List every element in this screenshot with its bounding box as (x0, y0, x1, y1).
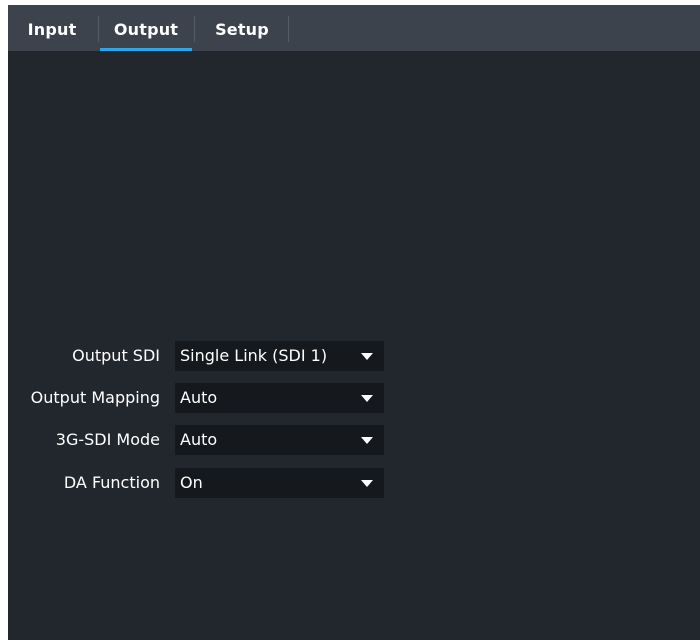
tab-divider (98, 16, 99, 42)
tab-input-label: Input (27, 20, 77, 39)
output-mapping-value: Auto (180, 388, 218, 407)
chevron-down-icon (361, 480, 373, 487)
tab-bar: Input Output Setup (8, 5, 700, 51)
output-mapping-dropdown[interactable]: Auto (175, 383, 384, 413)
tab-setup-label: Setup (215, 20, 269, 39)
chevron-down-icon (361, 395, 373, 402)
3g-sdi-mode-label: 3G-SDI Mode (55, 430, 160, 449)
tab-divider (194, 16, 195, 42)
chevron-down-icon (361, 353, 373, 360)
output-sdi-value: Single Link (SDI 1) (180, 346, 328, 365)
output-mapping-label: Output Mapping (30, 388, 160, 407)
chevron-down-icon (361, 437, 373, 444)
tab-output[interactable]: Output (100, 5, 192, 51)
3g-sdi-mode-value: Auto (180, 430, 218, 449)
da-function-label: DA Function (63, 473, 160, 492)
3g-sdi-mode-dropdown[interactable]: Auto (175, 425, 384, 455)
active-tab-indicator (100, 48, 192, 51)
output-sdi-dropdown[interactable]: Single Link (SDI 1) (175, 341, 384, 371)
tab-setup[interactable]: Setup (198, 5, 286, 51)
da-function-value: On (180, 473, 203, 492)
tab-input[interactable]: Input (8, 5, 96, 51)
tab-divider (288, 16, 289, 42)
da-function-dropdown[interactable]: On (175, 468, 384, 498)
output-settings-panel: Input Output Setup Output SDI Single Lin… (8, 5, 700, 640)
tab-output-label: Output (113, 20, 179, 39)
output-sdi-label: Output SDI (72, 346, 160, 365)
